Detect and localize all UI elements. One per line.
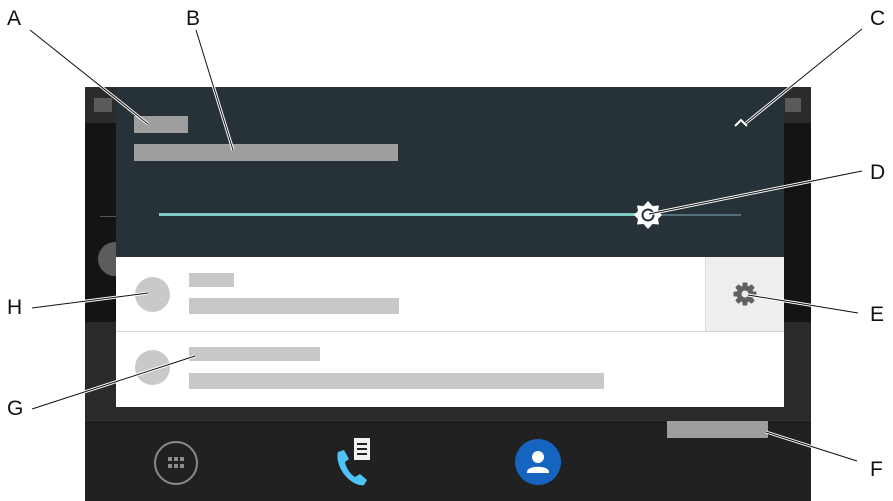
notification-settings-button[interactable] <box>705 257 784 331</box>
callout-f: F <box>870 458 883 481</box>
slider-thumb[interactable] <box>633 200 663 230</box>
shade-title-placeholder <box>134 116 188 133</box>
slider-track-active <box>159 213 648 216</box>
notification-shade <box>116 87 784 257</box>
brightness-slider[interactable] <box>159 200 741 230</box>
notification-1-title-placeholder <box>189 273 234 287</box>
app-drawer-icon <box>154 441 198 485</box>
gear-icon <box>733 282 757 306</box>
collapse-button[interactable] <box>728 110 754 136</box>
status-icon-left <box>94 98 112 112</box>
notification-2-text-placeholder <box>189 373 604 389</box>
app-drawer-button[interactable] <box>153 440 199 486</box>
brightness-icon <box>633 201 662 229</box>
phone-button[interactable] <box>333 436 379 488</box>
callout-e: E <box>870 303 885 326</box>
notification-2-title-placeholder <box>189 347 320 361</box>
shade-subtitle-placeholder <box>134 144 398 161</box>
chevron-up-icon <box>734 118 748 127</box>
person-icon <box>527 451 549 473</box>
phone-icon <box>337 438 370 486</box>
notification-card-2[interactable] <box>116 332 784 407</box>
snackbar-placeholder <box>667 421 768 438</box>
callout-c: C <box>870 7 886 30</box>
callout-b: B <box>186 7 201 30</box>
notification-1-avatar <box>135 277 170 312</box>
callout-h: H <box>7 296 23 319</box>
callout-g: G <box>7 397 24 420</box>
notification-1-text-placeholder <box>189 298 399 314</box>
callout-a: A <box>7 7 22 30</box>
notification-2-avatar <box>135 350 170 385</box>
contacts-button[interactable] <box>515 439 561 485</box>
callout-d: D <box>870 161 886 184</box>
notification-card-1[interactable] <box>116 257 705 331</box>
status-icon-right <box>785 98 801 112</box>
